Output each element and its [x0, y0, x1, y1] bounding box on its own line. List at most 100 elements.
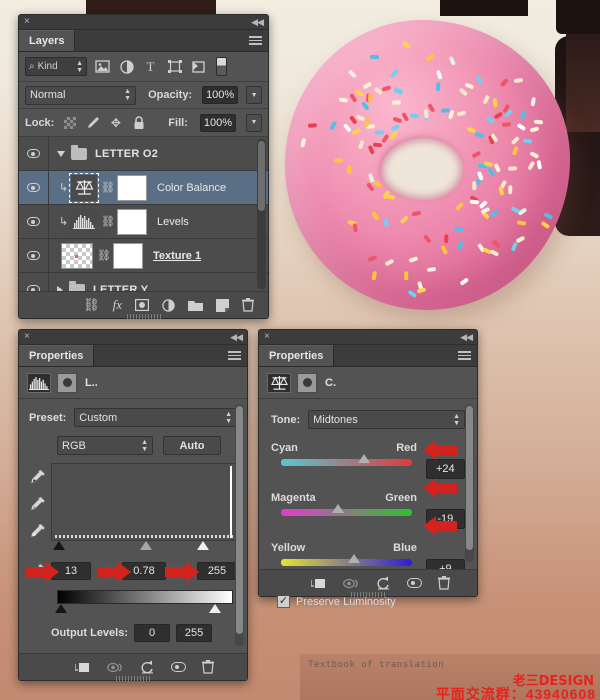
magenta-green-slider[interactable] [281, 504, 412, 516]
input-levels-slider[interactable] [51, 541, 237, 551]
layers-scrollbar[interactable] [257, 139, 266, 289]
layer-mask-thumbnail[interactable] [113, 242, 143, 269]
input-white-handle[interactable] [197, 541, 209, 550]
fill-input[interactable]: 100% [199, 113, 236, 132]
fill-dropdown-icon[interactable]: ▼ [246, 113, 262, 132]
add-layer-mask-icon[interactable] [135, 299, 149, 311]
set-gray-point-icon[interactable] [29, 494, 47, 514]
levels-scrollbar[interactable] [235, 404, 244, 646]
lock-position-icon[interactable]: ✥ [108, 115, 123, 130]
panel-menu-icon[interactable] [458, 351, 471, 361]
panel-menu-icon[interactable] [249, 36, 262, 46]
new-group-icon[interactable] [188, 299, 203, 311]
channel-value: RGB [62, 439, 86, 452]
collapse-icon[interactable]: ◀◀ [230, 332, 243, 343]
table-row[interactable]: LETTER Y [19, 273, 268, 291]
collapse-icon[interactable]: ◀◀ [251, 17, 264, 28]
reset-icon[interactable] [376, 576, 391, 590]
view-previous-state-icon[interactable] [343, 578, 360, 589]
preserve-luminosity-checkbox[interactable]: ✓ [277, 595, 290, 608]
delete-adjustment-icon[interactable] [202, 660, 214, 674]
yellow-blue-slider[interactable] [281, 554, 412, 566]
collapse-icon[interactable]: ◀◀ [460, 332, 473, 343]
close-icon[interactable]: × [24, 332, 30, 342]
table-row[interactable]: ⛓ Texture 1 [19, 239, 268, 273]
yellow-blue-handle[interactable] [347, 554, 360, 563]
resize-grip[interactable] [351, 592, 385, 597]
smart-object-filter-icon[interactable] [190, 58, 207, 75]
new-layer-icon[interactable] [216, 298, 229, 312]
tab-properties[interactable]: Properties [259, 345, 335, 366]
auto-button[interactable]: Auto [163, 436, 221, 455]
tab-properties[interactable]: Properties [19, 345, 95, 366]
cb-scrollbar[interactable] [465, 404, 474, 562]
filter-enable-toggle[interactable] [216, 57, 227, 76]
magenta-green-handle[interactable] [332, 504, 345, 513]
filter-kind-select[interactable]: ⌕ Kind ▲ ▼ [25, 57, 87, 76]
layer-visibility-toggle[interactable] [19, 239, 49, 272]
input-black-handle[interactable] [53, 541, 65, 550]
chevron-down-icon[interactable] [57, 150, 65, 157]
shape-filter-icon[interactable] [166, 58, 183, 75]
output-levels-slider[interactable] [55, 604, 233, 614]
link-mask-icon[interactable]: ⛓ [97, 249, 111, 262]
clip-to-layer-icon[interactable] [75, 661, 91, 674]
cyan-red-slider[interactable] [281, 454, 412, 466]
opacity-input[interactable]: 100% [202, 86, 239, 104]
link-mask-icon[interactable]: ⛓ [101, 181, 115, 194]
set-white-point-icon[interactable] [29, 521, 47, 541]
channel-select[interactable]: RGB ▲ ▼ [57, 436, 153, 455]
layer-mask-thumbnail[interactable] [117, 174, 147, 201]
layer-visibility-toggle[interactable] [19, 137, 49, 170]
resize-grip[interactable] [116, 676, 150, 681]
adjustment-filter-icon[interactable] [118, 58, 135, 75]
output-black-handle[interactable] [55, 604, 67, 613]
lock-transparent-pixels-icon[interactable] [62, 115, 77, 130]
toggle-visibility-icon[interactable] [407, 578, 422, 588]
cyan-red-value[interactable]: +24 [425, 459, 465, 479]
reset-icon[interactable] [140, 660, 155, 674]
preset-select[interactable]: Custom ▲ ▼ [74, 408, 237, 427]
search-icon: ⌕ [29, 61, 35, 72]
lock-image-pixels-icon[interactable] [85, 115, 100, 130]
close-icon[interactable]: × [24, 17, 30, 27]
input-white-field[interactable]: 255 [197, 562, 237, 580]
set-black-point-icon[interactable] [29, 467, 47, 487]
clip-to-layer-icon[interactable] [311, 577, 327, 590]
toggle-visibility-icon[interactable] [171, 662, 186, 672]
output-black-field[interactable]: 0 [134, 624, 171, 642]
close-icon[interactable]: × [264, 332, 270, 342]
input-gamma-handle[interactable] [140, 541, 152, 550]
layer-thumbnail[interactable] [61, 242, 93, 269]
new-adjustment-layer-icon[interactable] [162, 298, 175, 312]
layer-visibility-toggle[interactable] [19, 205, 49, 238]
link-mask-icon[interactable]: ⛓ [101, 215, 115, 228]
table-row[interactable]: ↳ ⛓ Color Balance [19, 171, 268, 205]
delete-layer-icon[interactable] [242, 298, 254, 312]
add-layer-style-icon[interactable]: fx [113, 297, 122, 313]
levels-icon[interactable] [71, 208, 97, 235]
view-previous-state-icon[interactable] [107, 662, 124, 673]
color-balance-icon[interactable] [69, 172, 99, 203]
panel-menu-icon[interactable] [228, 351, 241, 361]
output-white-handle[interactable] [209, 604, 221, 613]
lock-all-icon[interactable] [131, 115, 146, 130]
output-white-field[interactable]: 255 [176, 624, 213, 642]
layer-mask-thumbnail[interactable] [117, 208, 147, 235]
delete-adjustment-icon[interactable] [438, 576, 450, 590]
clipping-mask-icon: ↳ [59, 216, 69, 228]
resize-grip[interactable] [126, 314, 161, 319]
layer-visibility-toggle[interactable] [19, 273, 49, 291]
cyan-red-handle[interactable] [357, 454, 370, 463]
type-filter-icon[interactable]: T [142, 58, 159, 75]
layer-visibility-toggle[interactable] [19, 171, 49, 204]
tab-layers[interactable]: Layers [19, 30, 76, 51]
cyan-label: Cyan [271, 442, 298, 454]
table-row[interactable]: ↳ ⛓ Levels [19, 205, 268, 239]
link-layers-icon[interactable]: ⛓ [83, 297, 100, 313]
table-row[interactable]: LETTER O2 [19, 137, 268, 171]
pixel-filter-icon[interactable] [94, 58, 111, 75]
tone-select[interactable]: Midtones ▲ ▼ [308, 410, 465, 429]
opacity-dropdown-icon[interactable]: ▼ [246, 86, 262, 104]
blend-mode-select[interactable]: Normal ▲ ▼ [25, 85, 137, 105]
